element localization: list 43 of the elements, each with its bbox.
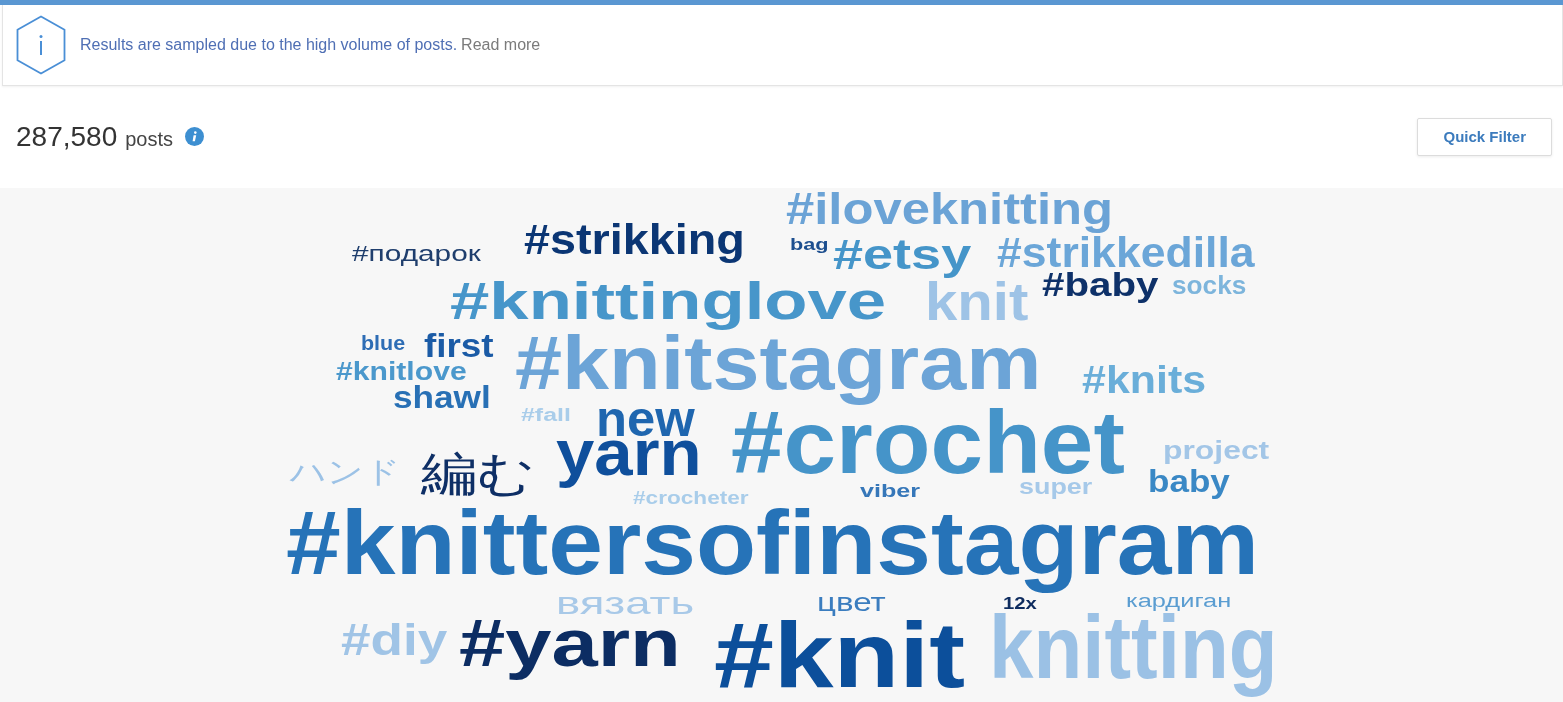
cloud-word: new xyxy=(596,408,695,438)
read-more-link[interactable]: Read more xyxy=(461,33,541,57)
cloud-word: project xyxy=(1163,440,1270,465)
cloud-word: #knittinglove xyxy=(449,280,887,331)
info-icon xyxy=(185,127,205,147)
quick-filter-button[interactable]: Quick Filter xyxy=(1417,118,1552,156)
cloud-word: #knitlove xyxy=(336,362,467,382)
cloud-word: ハンド xyxy=(289,455,401,489)
cloud-word: yarn xyxy=(555,439,702,490)
cloud-word: #diy xyxy=(341,622,448,666)
cloud-word: кардиган xyxy=(1126,597,1232,612)
cloud-word: #fall xyxy=(520,408,571,423)
cloud-word: #iloveknitting xyxy=(786,191,1114,235)
cloud-word: knit xyxy=(925,280,1029,323)
cloud-word: blue xyxy=(361,336,406,352)
cloud-word: bag xyxy=(790,238,829,255)
cloud-word: #crochet xyxy=(730,408,1125,478)
cloud-word: shawl xyxy=(393,384,491,410)
cloud-word: #etsy xyxy=(833,236,972,279)
cloud-word: #knitstagram xyxy=(514,332,1042,406)
cloud-word: socks xyxy=(1172,276,1247,296)
cloud-word: knitting xyxy=(989,613,1278,698)
cloud-word: #strikking xyxy=(524,222,745,264)
post-count: 287,580 xyxy=(16,121,118,153)
hexagon-info-icon xyxy=(16,15,66,75)
cloud-word: 編む xyxy=(420,448,535,501)
cloud-word: #подарок xyxy=(352,245,481,267)
cloud-word: #knits xyxy=(1081,365,1207,396)
cloud-word: вязать xyxy=(556,596,695,616)
cloud-word: super xyxy=(1019,483,1093,500)
cloud-word: #crocheter xyxy=(632,491,749,506)
cloud-word: first xyxy=(424,333,494,360)
cloud-word: #knittersofinstagram xyxy=(286,507,1259,595)
cloud-word: #strikkedilla xyxy=(997,236,1255,270)
cloud-word: #knit xyxy=(714,618,965,692)
cloud-word: viber xyxy=(859,484,921,499)
cloud-word: #baby xyxy=(1041,272,1159,305)
cloud-word: цвет xyxy=(817,596,886,617)
posts-label: posts xyxy=(125,127,174,150)
cloud-word: 12x xyxy=(1003,597,1037,611)
cloud-word: baby xyxy=(1147,470,1230,500)
notice-message: Results are sampled due to the high volume of posts. xyxy=(80,35,458,55)
cloud-word: #yarn xyxy=(459,617,681,682)
